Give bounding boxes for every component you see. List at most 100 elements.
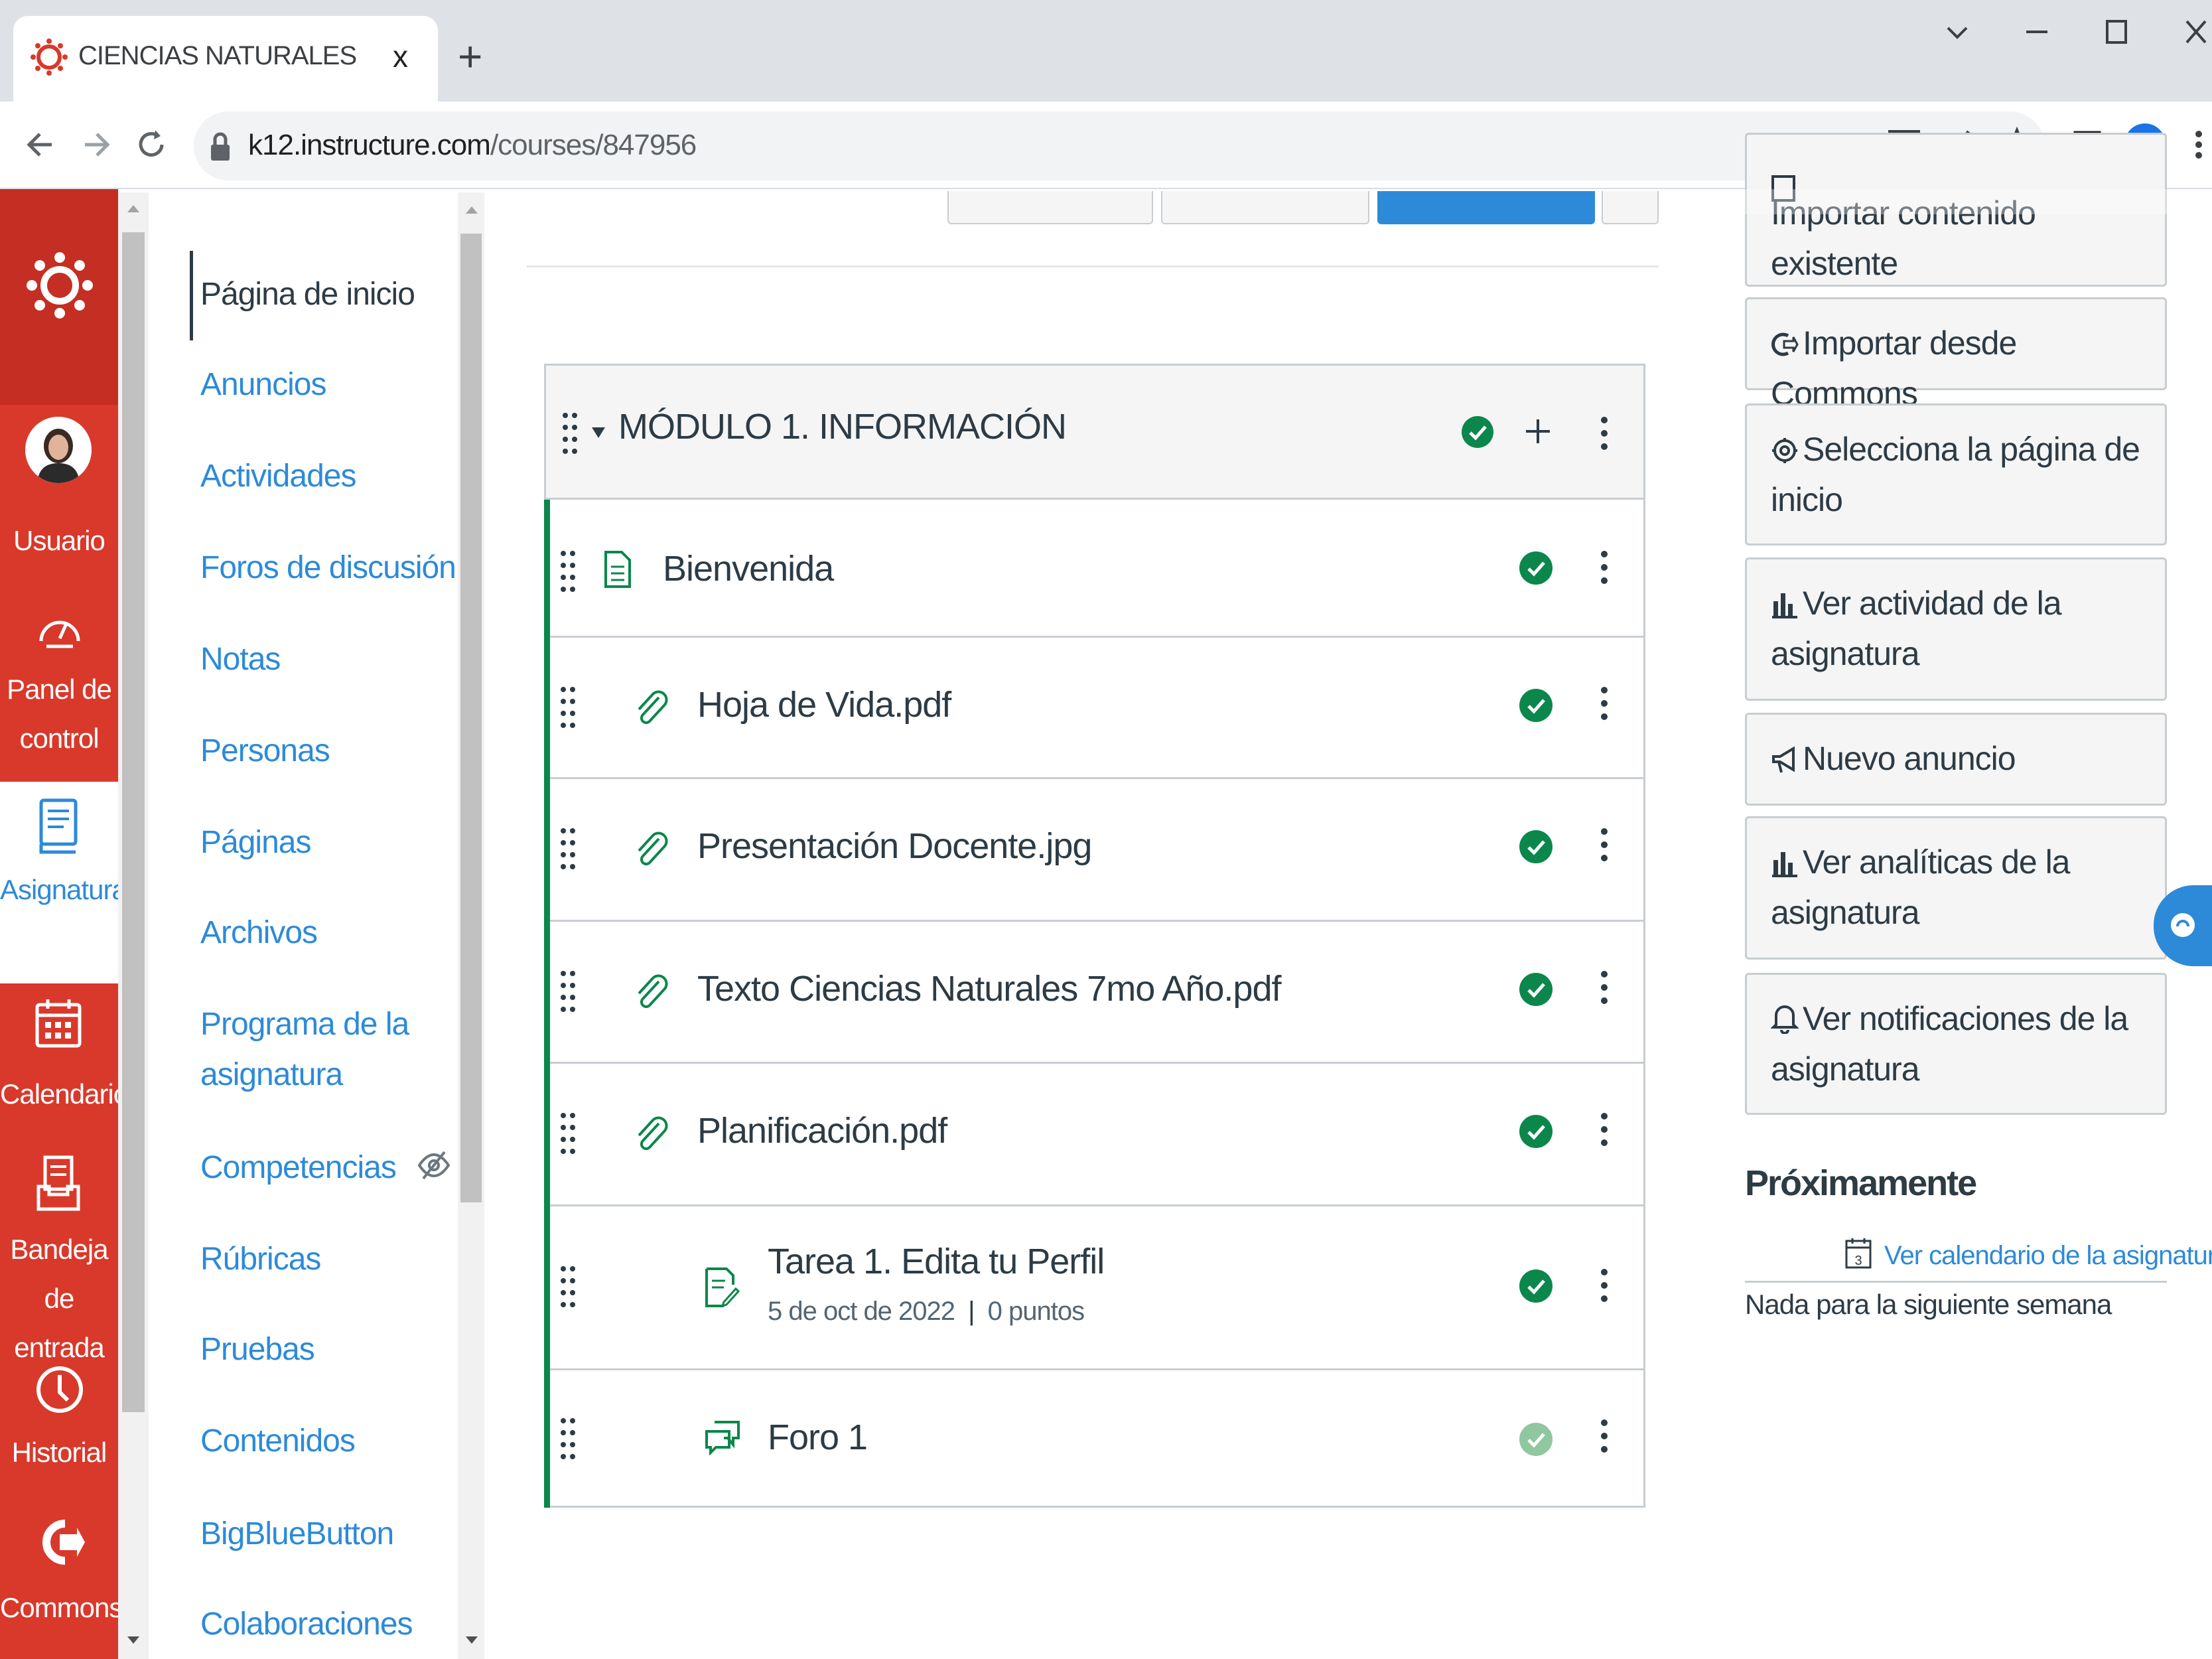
course-nav-announcements[interactable]: Anuncios [200, 360, 326, 410]
module-item-planificacion[interactable]: Planificación.pdf [550, 1064, 1643, 1204]
nav-account-label[interactable]: Usuario [0, 516, 118, 565]
published-icon[interactable] [1519, 1422, 1553, 1457]
course-nav-quizzes[interactable]: Pruebas [200, 1325, 315, 1375]
drag-handle-icon[interactable] [559, 827, 577, 871]
drag-handle-icon[interactable] [559, 1417, 577, 1461]
dashboard-icon [35, 605, 85, 656]
course-nav-outcomes[interactable]: Competencias [200, 1143, 397, 1193]
course-nav-bigbluebutton[interactable]: BigBlueButton [200, 1509, 394, 1559]
scroll-cutoff-shade [1745, 189, 2167, 214]
commons-icon [33, 1514, 86, 1570]
add-item-icon[interactable] [1523, 417, 1553, 446]
reload-icon[interactable] [133, 126, 170, 163]
browser-menu-icon[interactable] [2191, 126, 2207, 163]
published-icon[interactable] [1519, 1114, 1553, 1149]
item-kebab-icon[interactable] [1599, 1112, 1610, 1147]
course-nav-people[interactable]: Personas [200, 726, 330, 776]
course-analytics-button[interactable]: Ver analíticas de la asignatura [1745, 816, 2167, 960]
view-progress-button[interactable] [1161, 191, 1369, 224]
lock-icon[interactable] [208, 131, 232, 162]
scroll-down-icon[interactable] [126, 1635, 141, 1646]
course-nav-pages[interactable]: Páginas [200, 818, 311, 868]
published-icon[interactable] [1519, 830, 1553, 864]
item-title[interactable]: Bienvenida [663, 548, 834, 589]
course-nav-scroll-up-icon[interactable] [464, 204, 479, 215]
add-module-button[interactable] [1377, 191, 1595, 224]
course-nav-collaborations[interactable]: Colaboraciones [200, 1599, 413, 1650]
global-nav-scrollbar-thumb[interactable] [122, 232, 145, 1412]
course-nav-rubrics[interactable]: Rúbricas [200, 1234, 321, 1285]
published-icon[interactable] [1519, 1269, 1553, 1303]
course-nav-syllabus[interactable]: Programa de la asignatura [200, 999, 466, 1100]
tab-close-button[interactable]: x [393, 38, 408, 74]
forward-icon[interactable] [77, 126, 114, 163]
course-nav-scrollbar-thumb[interactable] [460, 234, 482, 1202]
item-kebab-icon[interactable] [1599, 549, 1610, 585]
user-avatar[interactable] [25, 417, 92, 483]
drag-handle-icon[interactable] [559, 1112, 577, 1155]
module-item-hoja-de-vida[interactable]: Hoja de Vida.pdf [550, 638, 1643, 777]
course-nav-grades[interactable]: Notas [200, 634, 281, 685]
module-item-texto-ciencias[interactable]: Texto Ciencias Naturales 7mo Año.pdf [550, 922, 1643, 1062]
item-kebab-icon[interactable] [1599, 1418, 1610, 1454]
item-title[interactable]: Texto Ciencias Naturales 7mo Año.pdf [697, 968, 1281, 1009]
published-icon[interactable] [1519, 551, 1553, 585]
nav-calendar-label[interactable]: Calendario [0, 1070, 129, 1119]
choose-home-page-button[interactable]: Selecciona la página de inicio [1745, 403, 2167, 545]
nav-inbox-label[interactable]: Bandeja de entrada [0, 1225, 118, 1372]
module-collapse-caret-icon[interactable] [590, 426, 606, 439]
drag-handle-icon[interactable] [559, 970, 577, 1013]
drag-handle-icon[interactable] [559, 549, 577, 593]
item-title[interactable]: Hoja de Vida.pdf [697, 684, 951, 725]
commons-small-icon [1771, 330, 1799, 358]
attachment-icon [632, 830, 668, 868]
import-from-commons-button[interactable]: Importar desde Commons [1745, 297, 2167, 412]
item-title[interactable]: Foro 1 [768, 1417, 868, 1458]
item-kebab-icon[interactable] [1599, 970, 1610, 1005]
new-tab-button[interactable]: + [458, 32, 482, 81]
course-notifications-button[interactable]: Ver notificaciones de la asignatura [1745, 973, 2167, 1115]
course-nav-files[interactable]: Archivos [200, 908, 318, 958]
view-course-calendar-link[interactable]: Ver calendario de la asignatura [1884, 1241, 2212, 1271]
published-icon[interactable] [1519, 688, 1553, 723]
tab-search-icon[interactable] [1944, 12, 1970, 52]
course-nav-modules[interactable]: Contenidos [200, 1416, 356, 1467]
scroll-up-icon[interactable] [126, 203, 141, 214]
module-item-bienvenida[interactable]: Bienvenida [550, 502, 1643, 636]
collapse-all-button[interactable] [947, 191, 1153, 224]
new-announcement-button[interactable]: Nuevo anuncio [1745, 713, 2167, 806]
item-kebab-icon[interactable] [1599, 685, 1610, 721]
mini-calendar-day: 3 [1854, 1254, 1862, 1268]
item-kebab-icon[interactable] [1599, 1267, 1610, 1303]
course-nav-home[interactable]: Página de inicio [200, 269, 415, 320]
course-nav-scroll-down-icon[interactable] [464, 1635, 479, 1646]
module-item-foro-1[interactable]: Foro 1 [550, 1370, 1643, 1506]
module-item-tarea-1[interactable]: Tarea 1. Edita tu Perfil 5 de oct de 202… [550, 1206, 1643, 1368]
course-stream-button[interactable]: Ver actividad de la asignatura [1745, 557, 2167, 701]
nav-history-label[interactable]: Historial [0, 1428, 118, 1477]
drag-handle-icon[interactable] [559, 1265, 577, 1309]
module-published-icon[interactable] [1461, 415, 1494, 449]
back-icon[interactable] [23, 126, 60, 163]
more-options-button[interactable] [1602, 191, 1659, 224]
drag-handle-icon[interactable] [559, 685, 577, 729]
nav-commons-label[interactable]: Commons [0, 1583, 123, 1632]
course-nav-discussions[interactable]: Foros de discusión [200, 543, 456, 593]
window-close-icon[interactable] [2183, 12, 2209, 52]
module-item-presentacion-docente[interactable]: Presentación Docente.jpg [550, 779, 1643, 920]
minimize-icon[interactable] [2024, 12, 2050, 52]
course-nav-assignments[interactable]: Actividades [200, 451, 356, 502]
maximize-icon[interactable] [2103, 12, 2130, 52]
module-kebab-icon[interactable] [1599, 415, 1610, 451]
nav-courses-label[interactable]: Asignaturas [0, 865, 141, 914]
module-drag-handle-icon[interactable] [561, 411, 579, 455]
item-title[interactable]: Presentación Docente.jpg [697, 826, 1092, 867]
item-title[interactable]: Planificación.pdf [697, 1110, 947, 1151]
item-kebab-icon[interactable] [1599, 827, 1610, 863]
history-icon [33, 1356, 86, 1425]
published-icon[interactable] [1519, 972, 1553, 1007]
course-stream-label: Ver actividad de la asignatura [1771, 585, 2062, 672]
import-commons-label: Importar desde Commons [1771, 325, 2017, 412]
nav-dashboard-label[interactable]: Panel de control [0, 665, 118, 763]
item-title[interactable]: Tarea 1. Edita tu Perfil [768, 1241, 1105, 1282]
